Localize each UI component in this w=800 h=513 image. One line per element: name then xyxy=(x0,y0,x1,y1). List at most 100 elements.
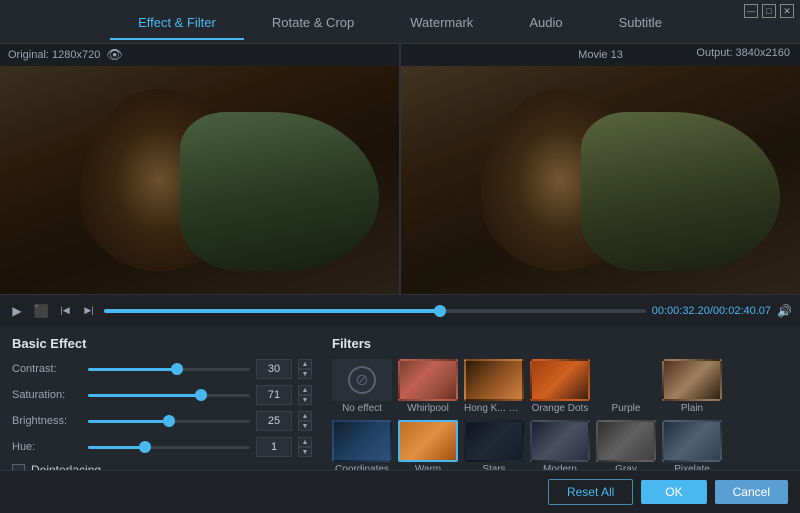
tab-bar: Effect & Filter Rotate & Crop Watermark … xyxy=(0,0,800,44)
filter-label-purple: Purple xyxy=(612,403,641,414)
timeline-fill xyxy=(104,309,440,313)
filter-thumb-hongkong xyxy=(464,359,524,401)
original-label-bar: Original: 1280x720 👁 xyxy=(0,44,399,66)
cancel-button[interactable]: Cancel xyxy=(715,480,788,504)
brightness-row: Brightness: 25 ▲ ▼ xyxy=(12,411,312,431)
filter-thumb-warm xyxy=(398,420,458,462)
basic-effect-section: Basic Effect Contrast: 30 ▲ ▼ Satur xyxy=(12,336,312,460)
filter-thumb-modern xyxy=(530,420,590,462)
tab-audio[interactable]: Audio xyxy=(501,7,590,40)
filter-hongkong[interactable]: Hong K... Movie xyxy=(464,359,524,414)
filter-gray[interactable]: Gray xyxy=(596,420,656,470)
contrast-fill xyxy=(88,368,177,371)
saturation-label: Saturation: xyxy=(12,389,82,401)
filter-pixelate[interactable]: Pixelate xyxy=(662,420,722,470)
output-label: Output: 3840x2160 xyxy=(696,47,790,59)
volume-icon[interactable]: 🔊 xyxy=(777,304,792,318)
saturation-fill xyxy=(88,394,201,397)
hue-row: Hue: 1 ▲ ▼ xyxy=(12,437,312,457)
next-button[interactable]: ▶| xyxy=(80,302,98,320)
tab-effect-filter[interactable]: Effect & Filter xyxy=(110,7,244,40)
timeline-track[interactable] xyxy=(104,309,646,313)
reset-all-button[interactable]: Reset All xyxy=(548,479,633,505)
filter-purple[interactable]: Purple xyxy=(596,359,656,414)
saturation-down[interactable]: ▼ xyxy=(298,395,312,405)
deinterlacing-row: Deinterlacing xyxy=(12,463,312,470)
hue-fill xyxy=(88,446,145,449)
filters-section: Filters ⊘ No effect Whirlpool Ho xyxy=(332,336,788,460)
output-video xyxy=(401,66,800,294)
filter-label-modern: Modern xyxy=(543,464,577,470)
filter-empty xyxy=(728,359,788,414)
timeline-thumb[interactable] xyxy=(434,305,446,317)
filter-whirlpool[interactable]: Whirlpool xyxy=(398,359,458,414)
hue-spinner: ▲ ▼ xyxy=(298,437,312,457)
hue-down[interactable]: ▼ xyxy=(298,447,312,457)
filters-title: Filters xyxy=(332,336,788,351)
preview-left: Original: 1280x720 👁 xyxy=(0,44,401,294)
original-label: Original: 1280x720 xyxy=(8,49,100,61)
filter-stars[interactable]: Stars xyxy=(464,420,524,470)
ok-button[interactable]: OK xyxy=(641,480,706,504)
original-video xyxy=(0,66,399,294)
filter-label-stars: Stars xyxy=(482,464,505,470)
filter-thumb-stars xyxy=(464,420,524,462)
filter-plain[interactable]: Plain xyxy=(662,359,722,414)
deinterlacing-label: Deinterlacing xyxy=(31,463,101,470)
filter-no-effect[interactable]: ⊘ No effect xyxy=(332,359,392,414)
filter-warm[interactable]: Warm xyxy=(398,420,458,470)
preview-right: Movie 13 Output: 3840x2160 xyxy=(401,44,800,294)
brightness-slider[interactable] xyxy=(88,413,250,429)
time-total: 00:02:40.07 xyxy=(713,305,771,317)
play-button[interactable]: ▶ xyxy=(8,302,26,320)
saturation-value[interactable]: 71 xyxy=(256,385,292,405)
maximize-button[interactable]: □ xyxy=(762,4,776,18)
minimize-button[interactable]: — xyxy=(744,4,758,18)
close-button[interactable]: ✕ xyxy=(780,4,794,18)
brightness-spinner: ▲ ▼ xyxy=(298,411,312,431)
tab-rotate-crop[interactable]: Rotate & Crop xyxy=(244,7,382,40)
contrast-slider[interactable] xyxy=(88,361,250,377)
brightness-up[interactable]: ▲ xyxy=(298,411,312,421)
hue-value[interactable]: 1 xyxy=(256,437,292,457)
hue-slider[interactable] xyxy=(88,439,250,455)
brightness-value[interactable]: 25 xyxy=(256,411,292,431)
output-frame xyxy=(401,66,800,294)
stop-button[interactable]: ⬛ xyxy=(32,302,50,320)
original-frame xyxy=(0,66,399,294)
contrast-value[interactable]: 30 xyxy=(256,359,292,379)
filter-label-whirlpool: Whirlpool xyxy=(407,403,449,414)
hue-up[interactable]: ▲ xyxy=(298,437,312,447)
filter-label-hongkong: Hong K... Movie xyxy=(464,403,524,414)
contrast-up[interactable]: ▲ xyxy=(298,359,312,369)
time-display: 00:00:32.20/00:02:40.07 xyxy=(652,305,771,317)
filter-modern[interactable]: Modern xyxy=(530,420,590,470)
brightness-fill xyxy=(88,420,169,423)
saturation-slider[interactable] xyxy=(88,387,250,403)
filter-coordinates[interactable]: Coordinates xyxy=(332,420,392,470)
saturation-thumb[interactable] xyxy=(195,389,207,401)
eye-icon[interactable]: 👁 xyxy=(106,47,123,63)
contrast-label: Contrast: xyxy=(12,363,82,375)
filter-thumb-purple xyxy=(596,359,656,401)
brightness-thumb[interactable] xyxy=(163,415,175,427)
hue-label: Hue: xyxy=(12,441,82,453)
bottom-action-bar: Reset All OK Cancel xyxy=(0,470,800,513)
filter-label-orange: Orange Dots xyxy=(532,403,589,414)
title-bar: — □ ✕ xyxy=(738,0,800,22)
movie-label: Movie 13 xyxy=(578,49,623,61)
filter-orange-dots[interactable]: Orange Dots xyxy=(530,359,590,414)
filter-label-no-effect: No effect xyxy=(342,403,382,414)
saturation-up[interactable]: ▲ xyxy=(298,385,312,395)
brightness-down[interactable]: ▼ xyxy=(298,421,312,431)
contrast-down[interactable]: ▼ xyxy=(298,369,312,379)
tab-subtitle[interactable]: Subtitle xyxy=(591,7,690,40)
contrast-spinner: ▲ ▼ xyxy=(298,359,312,379)
tab-watermark[interactable]: Watermark xyxy=(382,7,501,40)
filter-label-coordinates: Coordinates xyxy=(335,464,389,470)
contrast-thumb[interactable] xyxy=(171,363,183,375)
hue-thumb[interactable] xyxy=(139,441,151,453)
basic-effect-title: Basic Effect xyxy=(12,336,312,351)
time-current: 00:00:32.20 xyxy=(652,305,710,317)
prev-button[interactable]: |◀ xyxy=(56,302,74,320)
